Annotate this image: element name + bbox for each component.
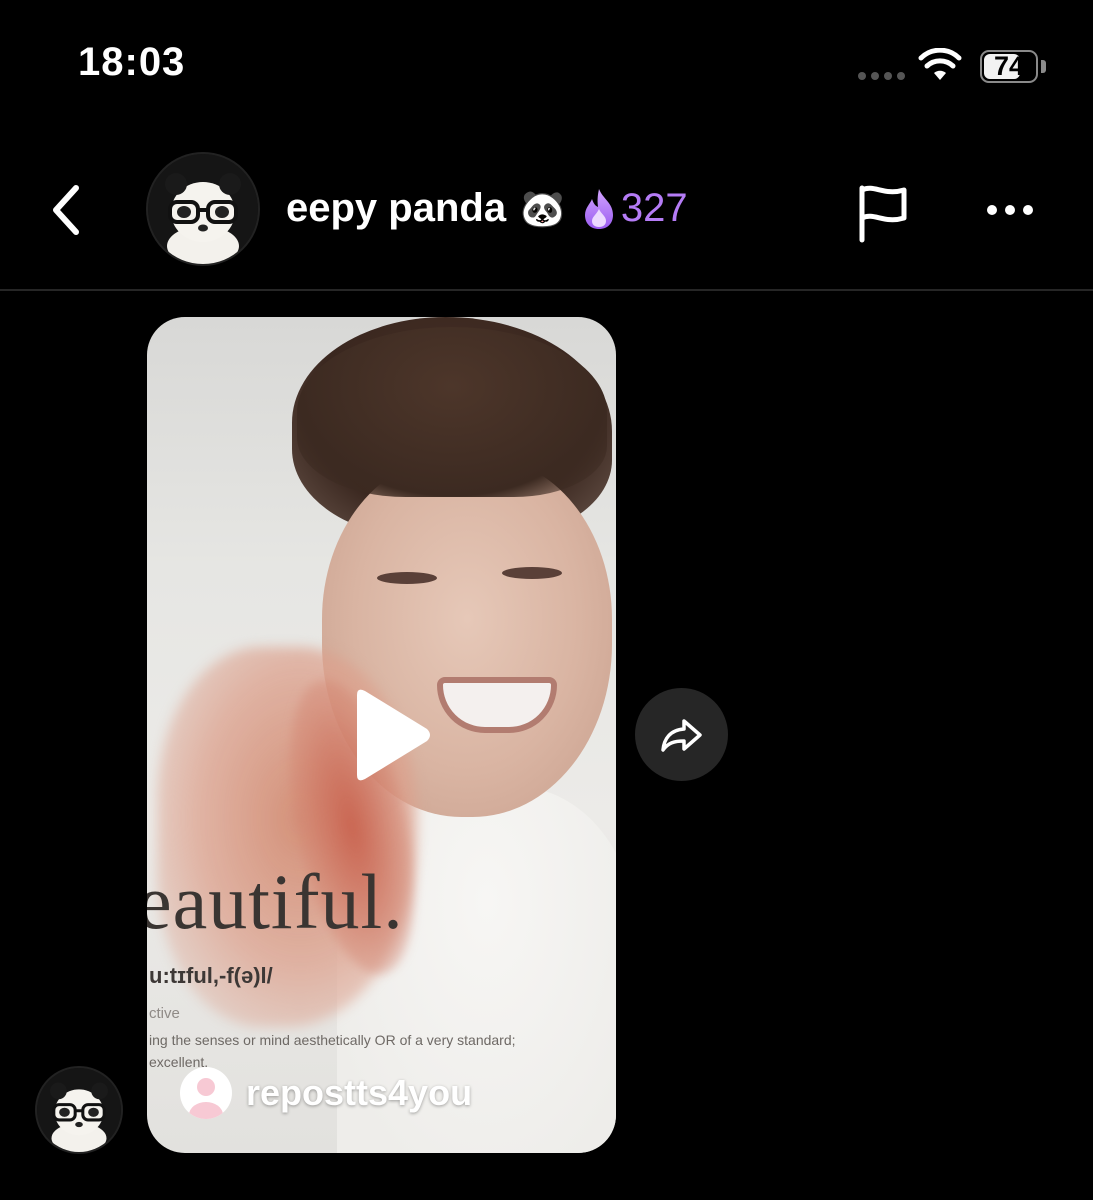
- username: eepy panda: [286, 186, 507, 230]
- battery-indicator: 74: [980, 50, 1038, 83]
- more-dot: [1023, 205, 1033, 215]
- chevron-left-icon: [53, 185, 79, 235]
- chat-title[interactable]: eepy panda 🐼 327: [286, 186, 688, 231]
- flag-icon: [859, 185, 907, 243]
- video-overlay-part-of-speech: ctive: [149, 1005, 180, 1022]
- play-button[interactable]: [345, 685, 435, 785]
- video-thumbnail-fringe: [297, 327, 607, 497]
- header-divider: [0, 289, 1093, 291]
- share-arrow-icon: [660, 718, 702, 752]
- wifi-icon: [918, 47, 962, 87]
- streak-count: 327: [620, 186, 688, 230]
- more-options-button[interactable]: [976, 188, 1044, 232]
- sender-avatar[interactable]: [35, 1066, 123, 1154]
- streak-badge: 327: [579, 186, 688, 231]
- back-button[interactable]: [40, 180, 90, 240]
- video-overlay-word: eautiful.: [147, 858, 404, 945]
- panda-avatar-image: [148, 154, 258, 264]
- video-thumbnail-eye: [377, 572, 437, 584]
- chat-avatar[interactable]: [146, 152, 260, 266]
- battery-level: 74: [993, 51, 1025, 81]
- panda-avatar-image: [37, 1068, 121, 1152]
- play-icon: [357, 689, 430, 781]
- report-flag-button[interactable]: [846, 178, 920, 248]
- battery-tip: [1041, 60, 1046, 73]
- more-dot: [987, 205, 997, 215]
- more-dot: [1005, 205, 1015, 215]
- video-message[interactable]: eautiful. u:tɪful,-f(ə)l/ ctive ing the …: [147, 317, 616, 1153]
- default-user-icon: [189, 1078, 223, 1119]
- repost-avatar: [180, 1067, 232, 1119]
- fire-icon: [584, 188, 613, 229]
- video-thumbnail-eye: [502, 567, 562, 579]
- username-emoji: 🐼: [520, 187, 565, 229]
- repost-attribution[interactable]: repostts4you: [180, 1067, 472, 1119]
- share-button[interactable]: [635, 688, 728, 781]
- status-time: 18:03: [78, 40, 186, 84]
- repost-username: repostts4you: [246, 1072, 473, 1113]
- signal-dots-icon: [858, 72, 905, 80]
- video-overlay-phonetic: u:tɪful,-f(ə)l/: [149, 963, 273, 988]
